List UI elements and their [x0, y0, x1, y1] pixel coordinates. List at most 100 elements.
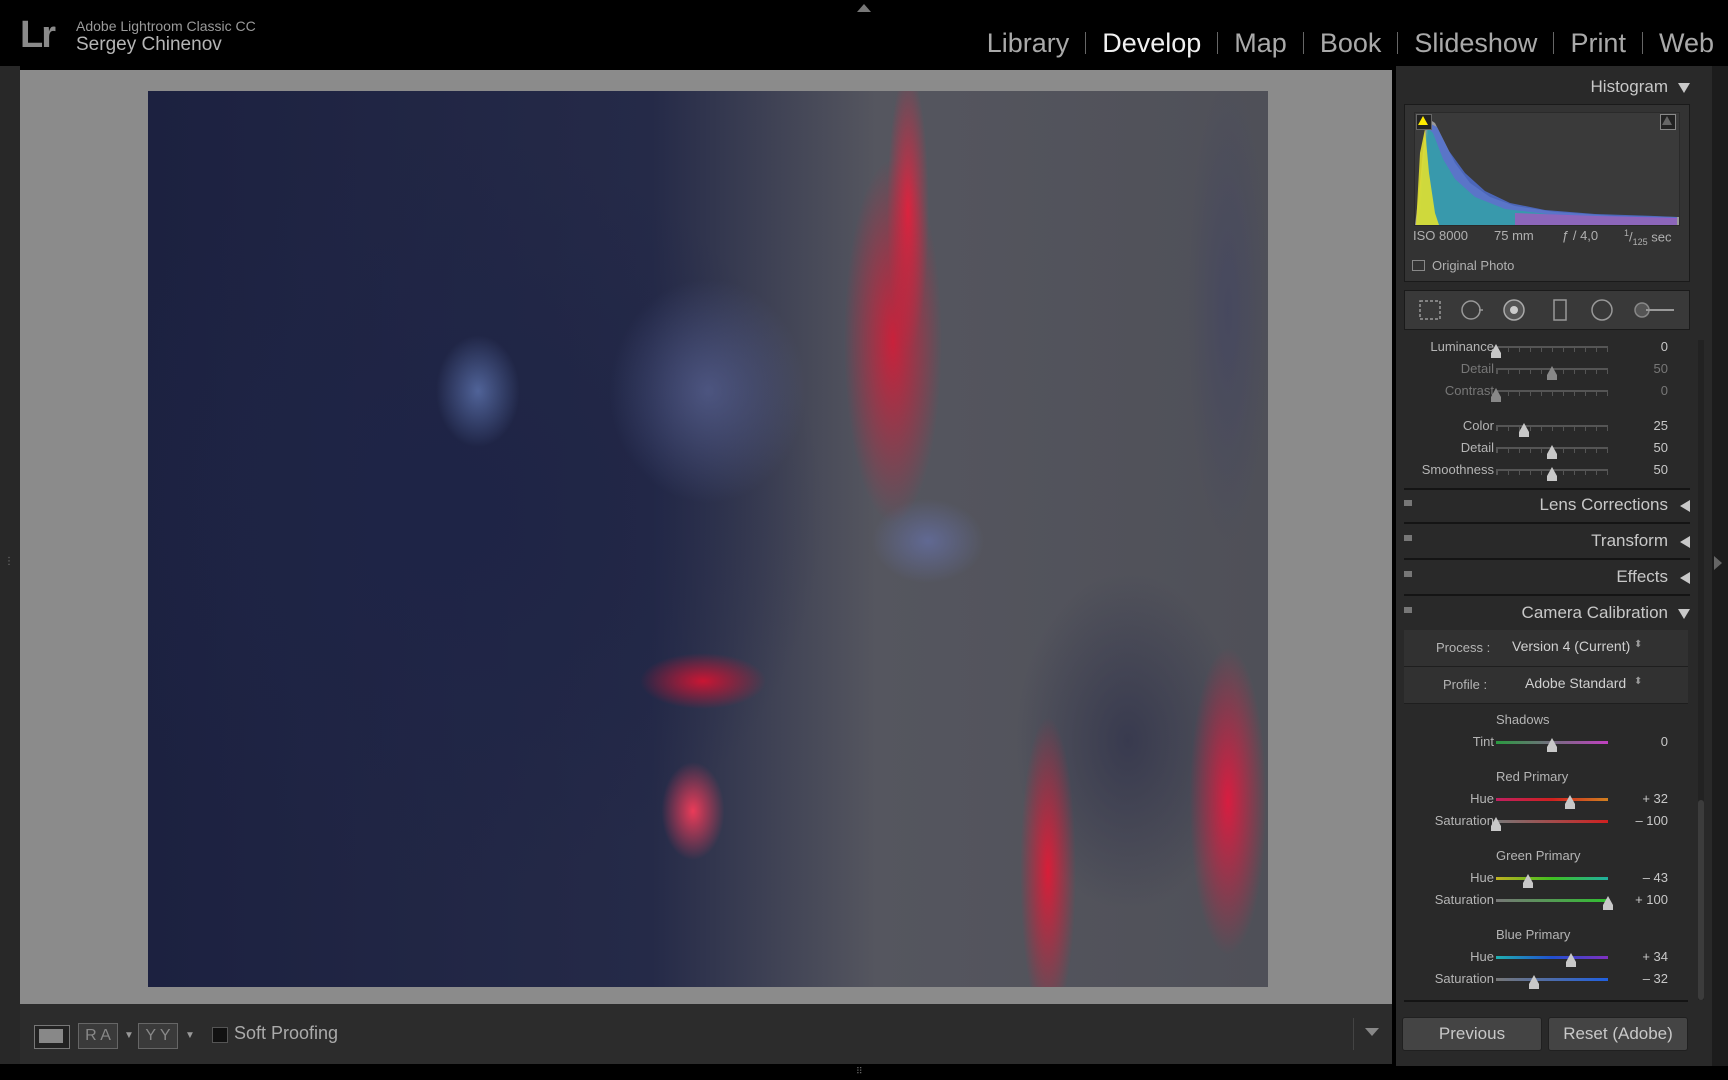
color-nr-value[interactable]: 25: [1622, 418, 1668, 433]
top-panel-toggle-icon[interactable]: [857, 4, 871, 12]
camera-calibration-header[interactable]: Camera Calibration: [1404, 598, 1690, 628]
original-photo-checkbox[interactable]: [1412, 260, 1425, 271]
red-saturation-value[interactable]: – 100: [1622, 813, 1668, 828]
toolbar-options-icon[interactable]: [1365, 1028, 1379, 1036]
color-detail-value[interactable]: 50: [1622, 440, 1668, 455]
lens-corrections-title: Lens Corrections: [1539, 495, 1668, 514]
profile-label: Profile :: [1443, 677, 1488, 692]
red-hue-thumb[interactable]: [1564, 795, 1575, 809]
radial-filter-icon[interactable]: [1590, 298, 1614, 322]
shadows-tint-thumb[interactable]: [1547, 738, 1557, 752]
lens-corrections-header[interactable]: Lens Corrections: [1404, 490, 1690, 520]
histogram-graph[interactable]: [1414, 112, 1680, 226]
luminance-value[interactable]: 0: [1622, 339, 1668, 354]
module-book[interactable]: Book: [1304, 28, 1398, 58]
panel-separator: [1404, 558, 1690, 560]
filmstrip-handle-icon[interactable]: ⠿: [856, 1066, 863, 1077]
collapse-triangle-icon: [1678, 608, 1690, 619]
blue-saturation-thumb[interactable]: [1529, 975, 1540, 989]
right-panel-toggle-icon[interactable]: [1714, 556, 1722, 570]
green-hue-thumb[interactable]: [1522, 874, 1533, 888]
red-saturation-thumb[interactable]: [1491, 817, 1501, 831]
red-hue-value[interactable]: + 32: [1622, 791, 1668, 806]
process-updown-icon[interactable]: ⬍: [1634, 639, 1642, 650]
app-name: Adobe Lightroom Classic CC: [76, 18, 256, 34]
green-saturation-label: Saturation: [1434, 892, 1494, 907]
process-select[interactable]: Version 4 (Current): [1512, 638, 1630, 654]
reset-button[interactable]: Reset (Adobe): [1548, 1017, 1688, 1051]
module-develop[interactable]: Develop: [1086, 28, 1217, 58]
red-eye-icon[interactable]: [1502, 298, 1526, 322]
crop-overlay-icon[interactable]: [1418, 298, 1442, 322]
lum-detail-value[interactable]: 50: [1622, 361, 1668, 376]
blue-saturation-track[interactable]: [1496, 978, 1608, 981]
luminance-slider-track[interactable]: [1496, 346, 1608, 348]
before-after-dropdown-icon[interactable]: ▼: [124, 1030, 134, 1041]
lightroom-logo: Lr: [20, 14, 56, 56]
left-panel-handle-icon[interactable]: ⋮: [4, 556, 14, 567]
original-photo-label: Original Photo: [1432, 258, 1515, 273]
effects-header[interactable]: Effects: [1404, 562, 1690, 592]
module-print[interactable]: Print: [1554, 28, 1642, 58]
shutter-speed: 1/125 sec: [1624, 228, 1672, 247]
blue-hue-value[interactable]: + 34: [1622, 949, 1668, 964]
loupe-view-icon: [39, 1029, 63, 1043]
lum-contrast-label: Contrast: [1444, 383, 1494, 398]
before-after-swap-dropdown-icon[interactable]: ▼: [185, 1030, 195, 1041]
panel-separator: [1404, 522, 1690, 524]
blue-primary-title: Blue Primary: [1496, 927, 1571, 942]
module-library[interactable]: Library: [971, 28, 1086, 58]
luminance-slider-thumb[interactable]: [1491, 344, 1501, 358]
before-after-tb-button[interactable]: Y Y: [138, 1023, 178, 1049]
process-label: Process :: [1436, 640, 1491, 655]
blue-saturation-label: Saturation: [1434, 971, 1494, 986]
lum-detail-slider-thumb[interactable]: [1547, 366, 1557, 380]
soft-proofing-checkbox[interactable]: [212, 1027, 228, 1043]
expand-triangle-icon: [1680, 535, 1690, 548]
green-saturation-thumb[interactable]: [1603, 896, 1613, 910]
red-hue-track[interactable]: [1496, 798, 1608, 801]
scrollbar-thumb[interactable]: [1698, 800, 1704, 1000]
adjustment-brush-icon[interactable]: [1632, 298, 1676, 322]
blue-hue-thumb[interactable]: [1566, 953, 1577, 967]
graduated-filter-icon[interactable]: [1548, 298, 1572, 322]
module-web[interactable]: Web: [1643, 28, 1714, 58]
profile-updown-icon[interactable]: ⬍: [1634, 676, 1642, 687]
transform-title: Transform: [1591, 531, 1668, 550]
blue-hue-track[interactable]: [1496, 956, 1608, 959]
lum-contrast-value[interactable]: 0: [1622, 383, 1668, 398]
histogram-curve: [1415, 119, 1679, 225]
aperture-value: ƒ / 4,0: [1562, 228, 1599, 243]
spot-removal-icon[interactable]: [1460, 298, 1484, 322]
lum-contrast-slider-thumb[interactable]: [1491, 388, 1501, 402]
focal-length-value: 75 mm: [1494, 228, 1534, 243]
smoothness-slider-thumb[interactable]: [1547, 467, 1557, 481]
transform-header[interactable]: Transform: [1404, 526, 1690, 556]
red-saturation-track[interactable]: [1496, 820, 1608, 823]
profile-select[interactable]: Adobe Standard: [1525, 675, 1626, 691]
luminance-ticks: [1496, 348, 1609, 352]
smoothness-label: Smoothness: [1421, 462, 1494, 477]
green-saturation-value[interactable]: + 100: [1622, 892, 1668, 907]
module-slideshow[interactable]: Slideshow: [1398, 28, 1553, 58]
before-after-lr-button[interactable]: R A: [78, 1023, 118, 1049]
green-saturation-track[interactable]: [1496, 899, 1608, 902]
panel-separator: [1404, 594, 1690, 596]
expand-triangle-icon: [1680, 499, 1690, 512]
color-nr-slider-thumb[interactable]: [1519, 423, 1529, 437]
color-nr-slider-track[interactable]: [1496, 425, 1608, 427]
highlight-clipping-icon: [1662, 116, 1672, 125]
smoothness-value[interactable]: 50: [1622, 462, 1668, 477]
previous-button[interactable]: Previous: [1402, 1017, 1542, 1051]
histogram-header[interactable]: Histogram: [1404, 72, 1690, 102]
green-hue-value[interactable]: – 43: [1622, 870, 1668, 885]
panel-end-line: [1404, 1000, 1688, 1002]
shadows-tint-value[interactable]: 0: [1622, 734, 1668, 749]
color-detail-slider-thumb[interactable]: [1547, 445, 1557, 459]
green-hue-track[interactable]: [1496, 877, 1608, 880]
photo-preview[interactable]: [148, 91, 1268, 987]
collapse-triangle-icon: [1678, 82, 1690, 93]
lum-contrast-slider-track[interactable]: [1496, 390, 1608, 392]
blue-saturation-value[interactable]: – 32: [1622, 971, 1668, 986]
module-map[interactable]: Map: [1218, 28, 1303, 58]
